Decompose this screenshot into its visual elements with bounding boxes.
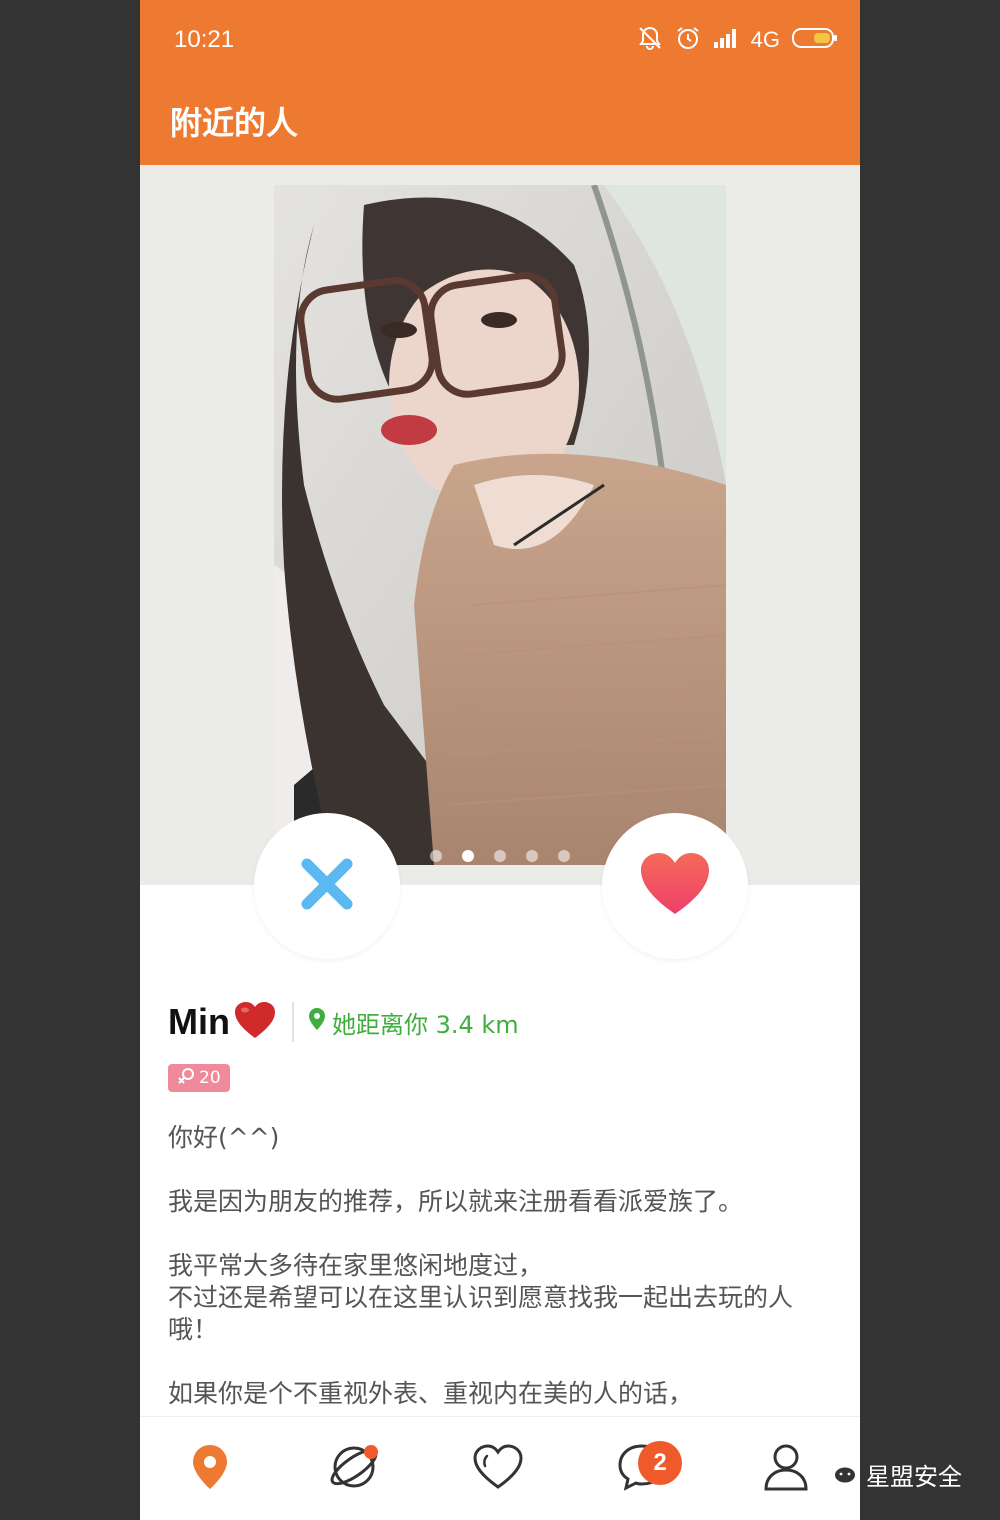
age-value: 20: [199, 1068, 221, 1088]
pass-button[interactable]: [254, 813, 400, 959]
distance-info: 她距离你 3.4 km: [308, 1005, 519, 1040]
heart-icon: [639, 852, 711, 920]
signal-icon: [713, 27, 739, 53]
carousel-dot[interactable]: [526, 850, 538, 862]
page-title: 附近的人: [170, 104, 299, 142]
carousel-dot-active[interactable]: [462, 850, 474, 862]
status-time: 10:21: [174, 26, 235, 53]
carousel-dot[interactable]: [494, 850, 506, 862]
tab-discover[interactable]: [324, 1439, 384, 1499]
watermark-text: 星盟安全: [866, 1462, 962, 1491]
red-heart-icon: [234, 1001, 276, 1043]
location-pin-icon: [308, 1007, 326, 1037]
user-icon: [762, 1442, 810, 1496]
battery-icon: [792, 27, 838, 53]
like-button[interactable]: [602, 813, 748, 959]
status-bar: 10:21 4G: [140, 0, 860, 80]
heart-outline-icon: [473, 1444, 523, 1494]
carousel-dots: [140, 850, 860, 862]
profile-name: Min: [168, 1001, 230, 1042]
watermark: 星盟安全: [818, 1454, 962, 1494]
profile-photo[interactable]: [274, 185, 726, 865]
mute-bell-icon: [637, 25, 663, 55]
bio-line: 如果你是个不重视外表、重视内在美的人的话，: [168, 1379, 694, 1408]
tab-messages[interactable]: 2: [612, 1439, 682, 1499]
location-pin-icon: [190, 1443, 230, 1495]
tab-likes[interactable]: [468, 1439, 528, 1499]
distance-text: 她距离你 3.4 km: [331, 1010, 519, 1039]
female-icon: [177, 1067, 195, 1090]
wechat-icon: [818, 1454, 858, 1494]
new-dot-badge: [364, 1445, 378, 1459]
alarm-icon: [675, 25, 701, 55]
close-icon: [299, 856, 355, 916]
bio-text: 你好(^^) 我是因为朋友的推荐，所以就来注册看看派爱族了。 我平常大多待在家里…: [168, 1122, 828, 1410]
phone-screen: 10:21 4G 附近的人 Min 她距离你 3.4 km 20 你好(^^) …: [140, 0, 860, 1520]
tab-nearby[interactable]: [180, 1439, 240, 1499]
profile-info: Min 她距离你 3.4 km 20 你好(^^) 我是因为朋友的推荐，所以就来…: [168, 990, 828, 1442]
status-icons: 4G: [637, 24, 838, 56]
carousel-dot[interactable]: [558, 850, 570, 862]
app-bar: 附近的人: [140, 80, 860, 165]
name-row: Min 她距离你 3.4 km: [168, 990, 828, 1054]
bio-line: 我平常大多待在家里悠闲地度过，: [168, 1251, 544, 1280]
age-badge: 20: [168, 1064, 230, 1092]
bio-line: 我是因为朋友的推荐，所以就来注册看看派爱族了。: [168, 1187, 744, 1216]
photo-carousel[interactable]: [140, 165, 860, 885]
unread-count-badge: 2: [638, 1441, 682, 1485]
bottom-tab-bar: 2: [140, 1416, 860, 1520]
carousel-dot[interactable]: [430, 850, 442, 862]
tab-profile[interactable]: [756, 1439, 816, 1499]
divider: [291, 1002, 294, 1042]
bio-line: 不过还是希望可以在这里认识到愿意找我一起出去玩的人哦！: [168, 1283, 794, 1344]
network-type: 4G: [750, 27, 780, 52]
bio-line: 你好(^^): [168, 1123, 280, 1152]
